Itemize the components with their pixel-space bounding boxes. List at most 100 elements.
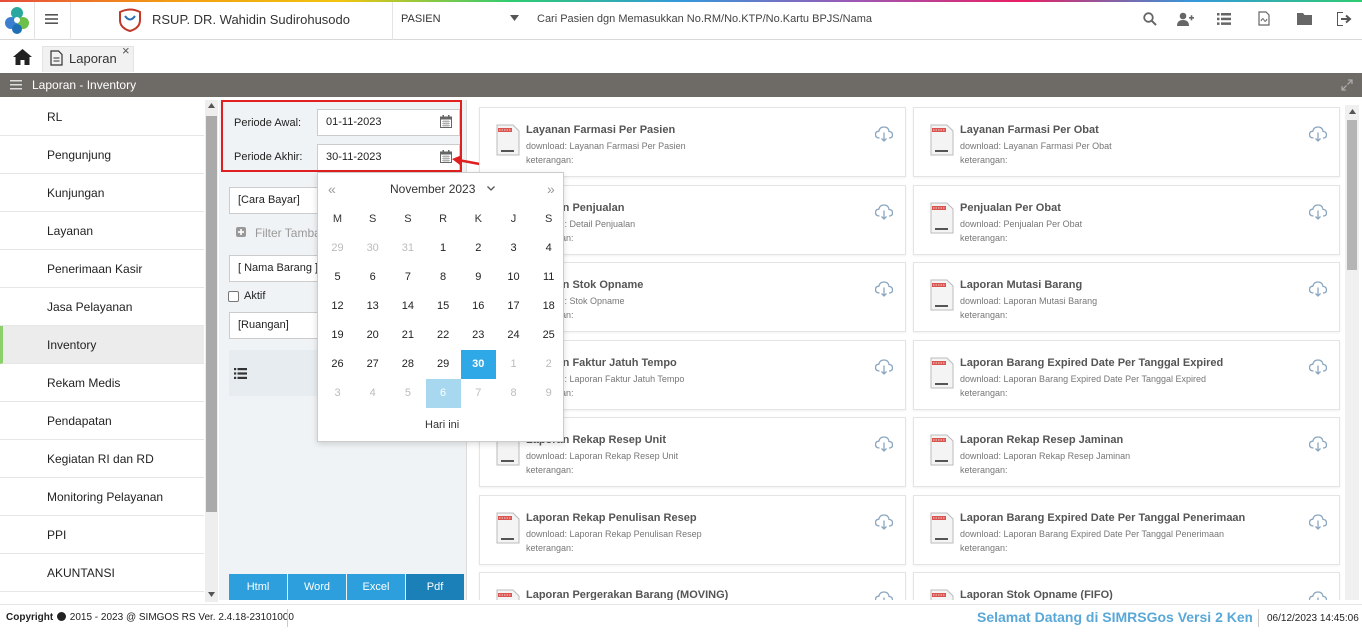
- report-title[interactable]: Laporan Stok Opname (FIFO): [960, 589, 1113, 600]
- report-title[interactable]: Laporan Rekap Resep Jaminan: [960, 434, 1123, 446]
- calendar-day[interactable]: 24: [496, 321, 531, 350]
- sidebar-item-jasa-pelayanan[interactable]: Jasa Pelayanan: [0, 288, 204, 326]
- report-card[interactable]: Laporan Rekap Penulisan Resep download: L…: [479, 494, 906, 565]
- folder-icon[interactable]: [1297, 12, 1312, 25]
- cara-bayar-select[interactable]: [Cara Bayar]: [229, 187, 329, 214]
- calendar-day[interactable]: 10: [496, 263, 531, 292]
- sidebar-item-penerimaan-kasir[interactable]: Penerimaan Kasir: [0, 250, 204, 288]
- patient-search-input[interactable]: Cari Pasien dgn Memasukkan No.RM/No.KTP/…: [537, 13, 872, 25]
- cloud-download-icon[interactable]: [1309, 591, 1327, 600]
- cloud-download-icon[interactable]: [1309, 281, 1327, 297]
- calendar-day[interactable]: 6: [355, 263, 390, 292]
- add-user-icon[interactable]: [1177, 12, 1194, 26]
- calendar-today-button[interactable]: Hari ini: [425, 419, 459, 431]
- report-title[interactable]: Laporan Barang Expired Date Per Tanggal …: [960, 357, 1223, 369]
- report-download-text[interactable]: download: Laporan Mutasi Barang: [960, 296, 1097, 306]
- calendar-day[interactable]: 28: [390, 350, 425, 379]
- cloud-download-icon[interactable]: [1309, 126, 1327, 142]
- ruangan-select[interactable]: [Ruangan]: [229, 312, 329, 339]
- pdf-file-icon[interactable]: [1258, 11, 1270, 26]
- scroll-up-arrow-icon[interactable]: [208, 103, 215, 108]
- calendar-day[interactable]: 1: [496, 350, 531, 379]
- calendar-day[interactable]: 29: [320, 234, 355, 263]
- export-pdf-button[interactable]: Pdf: [406, 574, 464, 600]
- patient-type-select[interactable]: PASIEN: [401, 13, 441, 25]
- nama-barang-select[interactable]: [ Nama Barang ]: [229, 255, 329, 282]
- report-title[interactable]: Layanan Farmasi Per Obat: [960, 124, 1099, 136]
- tab-label[interactable]: Laporan: [69, 51, 117, 66]
- calendar-day[interactable]: 9: [531, 379, 566, 408]
- calendar-day[interactable]: 5: [320, 263, 355, 292]
- report-card[interactable]: Layanan Farmasi Per Pasien download: Laya…: [479, 107, 906, 177]
- report-title[interactable]: Penjualan Per Obat: [960, 202, 1061, 214]
- report-title[interactable]: Laporan Mutasi Barang: [960, 279, 1082, 291]
- sidebar-item-akuntansi[interactable]: AKUNTANSI: [0, 554, 204, 592]
- calendar-day[interactable]: 19: [320, 321, 355, 350]
- cloud-download-icon[interactable]: [875, 203, 893, 220]
- calendar-day[interactable]: 1: [426, 234, 461, 263]
- cloud-download-icon[interactable]: [1309, 358, 1327, 375]
- scroll-up-arrow-icon[interactable]: [1349, 109, 1356, 114]
- sidebar-item-rekam-medis[interactable]: Rekam Medis: [0, 364, 204, 402]
- calendar-day[interactable]: 26: [320, 350, 355, 379]
- report-title[interactable]: Layanan Farmasi Per Pasien: [526, 124, 675, 136]
- cloud-download-icon[interactable]: [875, 513, 893, 530]
- sidebar-item-kegiatan-ri-rd[interactable]: Kegiatan RI dan RD: [0, 440, 204, 478]
- calendar-day[interactable]: 27: [355, 350, 390, 379]
- report-card[interactable]: Layanan Farmasi Per Obat download: Layana…: [913, 107, 1340, 177]
- calendar-prev-button[interactable]: «: [328, 181, 336, 197]
- expand-icon[interactable]: [1341, 79, 1353, 91]
- calendar-next-button[interactable]: »: [547, 181, 555, 197]
- calendar-day[interactable]: 8: [426, 263, 461, 292]
- cloud-download-icon[interactable]: [1309, 436, 1327, 452]
- cloud-download-icon[interactable]: [1309, 203, 1327, 220]
- calendar-day[interactable]: 18: [531, 292, 566, 321]
- report-download-text[interactable]: download: Laporan Barang Expired Date Pe…: [960, 374, 1206, 384]
- report-card[interactable]: Laporan Mutasi Barang download: Laporan M…: [913, 262, 1340, 332]
- calendar-day[interactable]: 8: [496, 379, 531, 408]
- calendar-day[interactable]: 9: [461, 263, 496, 292]
- calendar-day[interactable]: 20: [355, 321, 390, 350]
- calendar-day[interactable]: 13: [355, 292, 390, 321]
- sidebar-item-inventory[interactable]: Inventory: [0, 326, 204, 364]
- filter-tambahan-toggle[interactable]: Filter Tamba: [255, 226, 317, 240]
- calendar-day[interactable]: 5: [390, 379, 425, 408]
- report-download-text[interactable]: download: Laporan Rekap Resep Jaminan: [960, 451, 1130, 461]
- report-card[interactable]: Laporan Stok Opname (FIFO): [913, 572, 1340, 600]
- list-icon[interactable]: [234, 368, 247, 379]
- report-download-text[interactable]: download: Layanan Farmasi Per Pasien: [526, 141, 686, 151]
- export-excel-button[interactable]: Excel: [347, 574, 405, 600]
- report-title[interactable]: Laporan Rekap Penulisan Resep: [526, 512, 697, 524]
- app-logo-icon[interactable]: [3, 5, 31, 35]
- list-icon[interactable]: [1217, 13, 1231, 25]
- calendar-day[interactable]: 16: [461, 292, 496, 321]
- calendar-day[interactable]: 12: [320, 292, 355, 321]
- report-download-text[interactable]: download: Laporan Rekap Resep Unit: [526, 451, 678, 461]
- cloud-download-icon[interactable]: [875, 591, 893, 600]
- sidebar-item-pengunjung[interactable]: Pengunjung: [0, 136, 204, 174]
- report-card[interactable]: Laporan Rekap Resep Jaminan download: Lap…: [913, 417, 1340, 487]
- report-title[interactable]: Laporan Pergerakan Barang (MOVING): [526, 589, 728, 600]
- cloud-download-icon[interactable]: [875, 281, 893, 297]
- calendar-day[interactable]: 25: [531, 321, 566, 350]
- report-download-text[interactable]: download: Penjualan Per Obat: [960, 219, 1082, 229]
- calendar-day[interactable]: 4: [531, 234, 566, 263]
- cloud-download-icon[interactable]: [875, 358, 893, 375]
- export-html-button[interactable]: Html: [229, 574, 287, 600]
- sidebar-item-layanan[interactable]: Layanan: [0, 212, 204, 250]
- cloud-download-icon[interactable]: [875, 126, 893, 142]
- calendar-day[interactable]: 15: [426, 292, 461, 321]
- report-card[interactable]: Laporan Pergerakan Barang (MOVING): [479, 572, 906, 600]
- report-title[interactable]: Laporan Barang Expired Date Per Tanggal …: [960, 512, 1245, 524]
- calendar-day[interactable]: 2: [461, 234, 496, 263]
- calendar-day[interactable]: 23: [461, 321, 496, 350]
- plus-square-icon[interactable]: [236, 227, 246, 237]
- report-download-text[interactable]: download: Layanan Farmasi Per Obat: [960, 141, 1112, 151]
- calendar-day[interactable]: 6: [425, 379, 461, 408]
- calendar-day[interactable]: 30: [460, 350, 496, 379]
- menu-toggle-icon[interactable]: [10, 80, 22, 90]
- sidebar-item-rl[interactable]: RL: [0, 98, 204, 136]
- hamburger-menu-icon[interactable]: [45, 13, 58, 25]
- calendar-day[interactable]: 3: [320, 379, 355, 408]
- report-download-text[interactable]: download: Laporan Rekap Penulisan Resep: [526, 529, 702, 539]
